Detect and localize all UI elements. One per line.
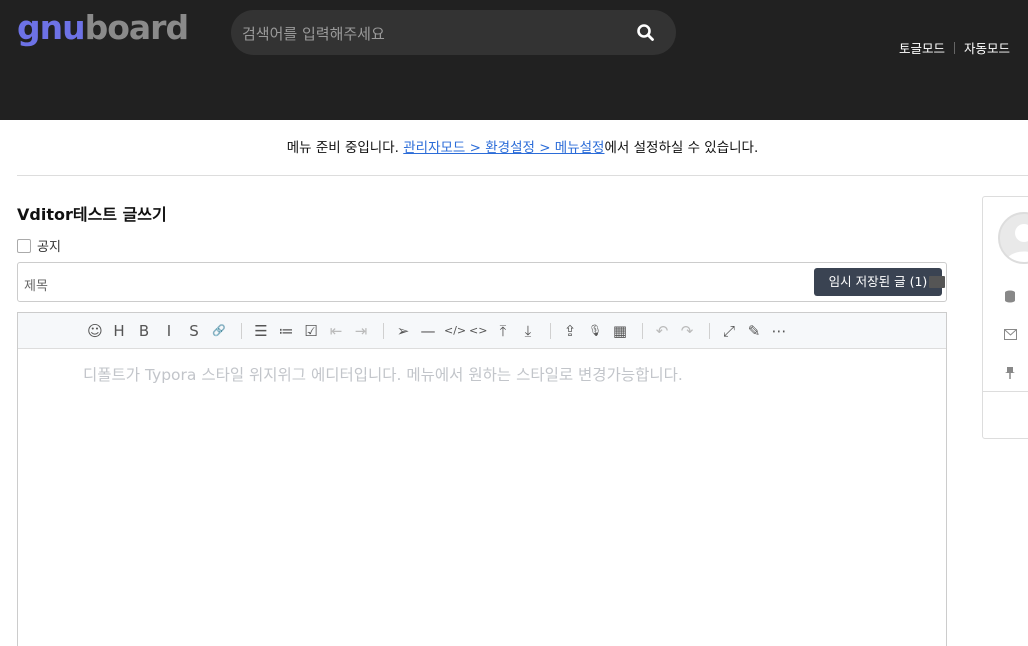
- profile-sidebar: [982, 196, 1028, 439]
- admin-menu-link[interactable]: 관리자모드 > 환경설정 > 메뉴설정: [403, 140, 604, 156]
- toggle-mode-link[interactable]: 토글모드: [899, 41, 945, 56]
- quote-icon[interactable]: ➢: [394, 322, 412, 340]
- link-icon[interactable]: 🔗: [210, 322, 228, 340]
- notice-checkbox[interactable]: [17, 238, 31, 253]
- edit-mode-icon[interactable]: ✎: [745, 322, 763, 340]
- editor-placeholder: 디폴트가 Typora 스타일 위지위그 에디터입니다. 메뉴에서 원하는 스타…: [83, 366, 683, 384]
- mail-icon[interactable]: [1003, 329, 1017, 343]
- toolbar-divider: [709, 323, 710, 339]
- headings-icon[interactable]: H: [110, 322, 128, 340]
- subject-field[interactable]: 제목: [17, 262, 947, 302]
- insert-before-icon[interactable]: ⤒: [494, 322, 512, 340]
- logo-gnu: gnu: [17, 8, 86, 47]
- ordered-list-icon[interactable]: ≔: [277, 322, 295, 340]
- table-icon[interactable]: ▦: [611, 322, 629, 340]
- toolbar-divider: [241, 323, 242, 339]
- nav-divider: [954, 42, 956, 54]
- toolbar-divider: [383, 323, 384, 339]
- search-input[interactable]: 검색어를 입력해주세요: [242, 23, 385, 44]
- upload-icon[interactable]: ⇪: [561, 322, 579, 340]
- indent-icon[interactable]: ⇥: [352, 322, 370, 340]
- notice-prefix: 메뉴 준비 중입니다.: [286, 140, 404, 156]
- fullscreen-icon[interactable]: ⤢: [720, 322, 738, 340]
- search-icon[interactable]: [636, 23, 656, 43]
- redo-icon[interactable]: ↷: [678, 322, 696, 340]
- line-icon[interactable]: —: [419, 322, 437, 340]
- auto-mode-link[interactable]: 자동모드: [964, 41, 1010, 56]
- subject-placeholder: 제목: [24, 279, 48, 294]
- more-icon[interactable]: ⋯: [770, 322, 788, 340]
- autosave-icon[interactable]: [929, 276, 945, 288]
- autosave-button[interactable]: 임시 저장된 글 (1): [814, 268, 942, 296]
- inline-code-icon[interactable]: <>: [469, 322, 487, 340]
- menu-notice: 메뉴 준비 중입니다. 관리자모드 > 환경설정 > 메뉴설정에서 설정하실 수…: [17, 120, 1028, 176]
- record-icon[interactable]: 🎙: [586, 322, 604, 340]
- logo-board: board: [84, 8, 189, 47]
- strike-icon[interactable]: S: [185, 322, 203, 340]
- code-icon[interactable]: </>: [444, 322, 466, 340]
- italic-icon[interactable]: I: [160, 322, 178, 340]
- site-logo[interactable]: gnuboard: [17, 8, 189, 47]
- database-icon[interactable]: [1003, 290, 1017, 304]
- page-title: Vditor테스트 글쓰기: [17, 205, 167, 224]
- search-bar[interactable]: 검색어를 입력해주세요: [231, 10, 676, 55]
- toolbar-divider: [642, 323, 643, 339]
- sidebar-divider: [983, 391, 1028, 392]
- notice-suffix: 에서 설정하실 수 있습니다.: [604, 140, 759, 156]
- notice-option[interactable]: 공지: [17, 236, 61, 255]
- avatar[interactable]: [998, 212, 1028, 264]
- pin-icon[interactable]: [1003, 367, 1017, 381]
- editor-toolbar: ☺ H B I S 🔗 ☰ ≔ ☑ ⇤ ⇥ ➢ — </> <> ⤒ ⤓ ⇪ 🎙 ▦ ↶ ↷ ⤢ ✎ ⋯: [18, 313, 946, 349]
- editor[interactable]: ☺ H B I S 🔗 ☰ ≔ ☑ ⇤ ⇥ ➢ — </> <> ⤒ ⤓ ⇪ 🎙 ▦ ↶ ↷ ⤢ ✎ ⋯ 디폴트가 Typora…: [17, 312, 947, 646]
- site-header: gnuboard 검색어를 입력해주세요 토글모드 자동모드: [0, 0, 1028, 120]
- check-icon[interactable]: ☑: [302, 322, 320, 340]
- top-nav: 토글모드 자동모드: [899, 38, 1010, 57]
- toolbar-divider: [550, 323, 551, 339]
- bold-icon[interactable]: B: [135, 322, 153, 340]
- insert-after-icon[interactable]: ⤓: [519, 322, 537, 340]
- list-icon[interactable]: ☰: [252, 322, 270, 340]
- emoji-icon[interactable]: ☺: [86, 322, 104, 340]
- notice-checkbox-label: 공지: [37, 240, 61, 255]
- outdent-icon[interactable]: ⇤: [327, 322, 345, 340]
- undo-icon[interactable]: ↶: [653, 322, 671, 340]
